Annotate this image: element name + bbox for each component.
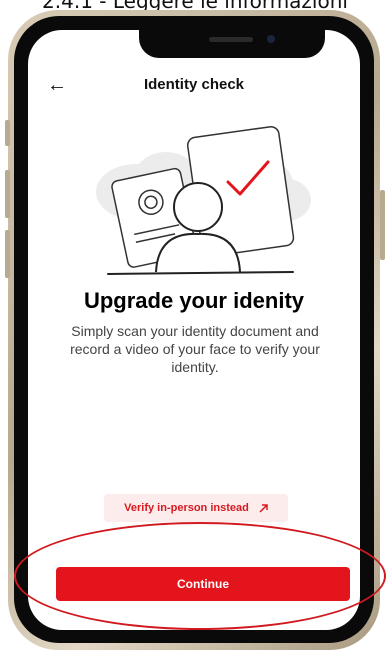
continue-button[interactable]: Continue — [56, 567, 350, 601]
phone-screen: ← Identity check Upgrade your idenity Si… — [28, 30, 360, 630]
identity-illustration — [96, 126, 311, 275]
verify-in-person-label: Verify in-person instead — [124, 502, 249, 514]
verify-in-person-button[interactable]: Verify in-person instead — [104, 494, 288, 522]
external-arrow-icon — [259, 503, 268, 513]
notch — [139, 30, 325, 58]
description-text: Simply scan your identity document and r… — [70, 323, 320, 375]
speaker — [209, 37, 253, 42]
front-camera — [267, 35, 275, 43]
continue-label: Continue — [177, 577, 229, 591]
power-button — [380, 190, 385, 260]
volume-down-button — [5, 230, 10, 278]
volume-up-button — [5, 170, 10, 218]
mute-switch — [5, 120, 10, 146]
page-title: Identity check — [143, 76, 245, 93]
headline: Upgrade your idenity — [83, 288, 305, 313]
ground-line — [107, 271, 294, 275]
